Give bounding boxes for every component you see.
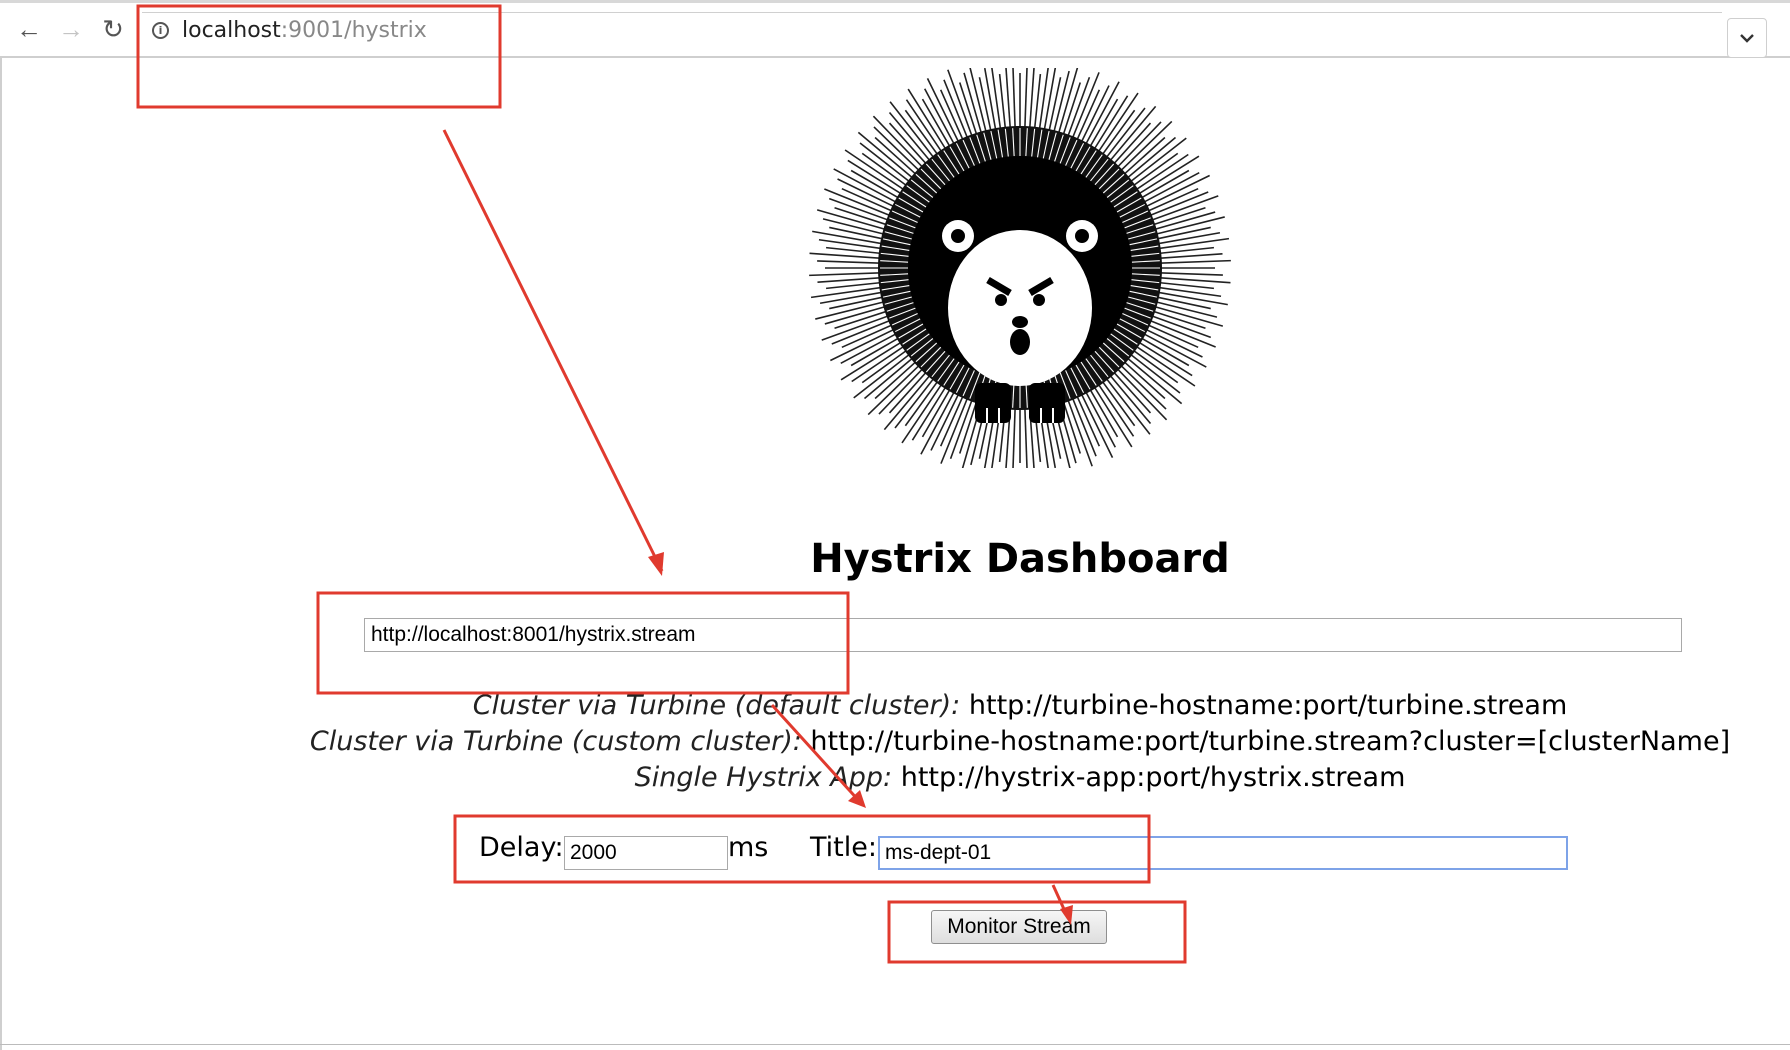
delay-label: Delay:	[479, 832, 564, 863]
monitor-stream-button[interactable]: Monitor Stream	[931, 910, 1107, 944]
page-title: Hystrix Dashboard	[810, 536, 1230, 582]
browser-menu-button[interactable]	[1727, 18, 1767, 58]
example-label: Cluster via Turbine (custom cluster):	[309, 726, 802, 757]
tab-strip-edge	[0, 0, 1790, 3]
chevron-down-icon	[1740, 34, 1754, 43]
url-path: :9001/hystrix	[280, 18, 427, 43]
annotation-arrow-url	[442, 129, 664, 572]
delay-input[interactable]	[564, 836, 728, 870]
page-bottom-border	[0, 1044, 1790, 1045]
reload-button[interactable]: ↻	[98, 14, 128, 44]
back-button[interactable]: ←	[14, 14, 44, 44]
reload-icon: ↻	[102, 13, 124, 44]
hystrix-logo	[809, 68, 1231, 468]
browser-toolbar: ← → ↻ i localhost:9001/hystrix	[0, 0, 1790, 58]
stream-url-input[interactable]	[364, 618, 1682, 652]
url-host: localhost	[182, 18, 281, 43]
address-bar[interactable]: i localhost:9001/hystrix	[142, 12, 1722, 47]
example-single-app: Single Hystrix App: http://hystrix-app:p…	[0, 760, 1790, 796]
example-label: Cluster via Turbine (default cluster):	[472, 690, 961, 721]
example-cluster-default: Cluster via Turbine (default cluster): h…	[0, 688, 1790, 724]
title-input[interactable]	[878, 836, 1568, 870]
example-url: http://turbine-hostname:port/turbine.str…	[801, 726, 1731, 757]
address-url[interactable]: localhost:9001/hystrix	[182, 18, 427, 43]
example-url: http://turbine-hostname:port/turbine.str…	[960, 690, 1568, 721]
example-cluster-custom: Cluster via Turbine (custom cluster): ht…	[0, 724, 1790, 760]
example-label: Single Hystrix App:	[634, 762, 893, 793]
arrow-left-icon: ←	[16, 13, 42, 44]
arrow-right-icon: →	[58, 13, 84, 44]
example-url: http://hystrix-app:port/hystrix.stream	[892, 762, 1406, 793]
ms-label: ms	[728, 832, 769, 863]
info-icon[interactable]: i	[152, 22, 169, 39]
title-label: Title:	[810, 832, 877, 863]
forward-button[interactable]: →	[56, 14, 86, 44]
